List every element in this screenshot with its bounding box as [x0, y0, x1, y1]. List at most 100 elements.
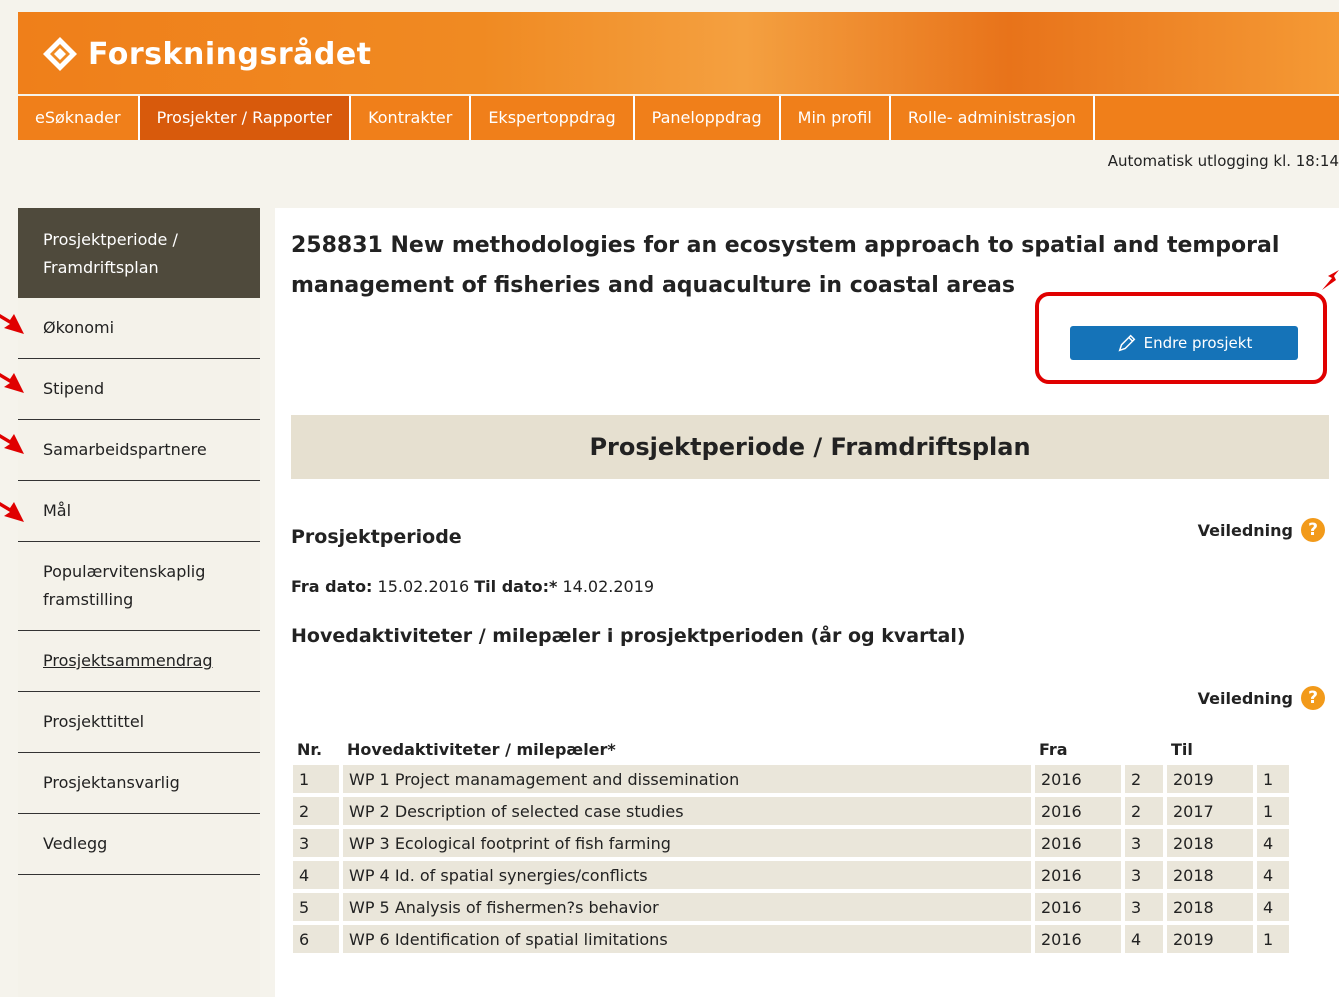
- cell-activity: WP 3 Ecological footprint of fish farmin…: [343, 829, 1031, 857]
- table-row: 6 WP 6 Identification of spatial limitat…: [293, 925, 1289, 953]
- cell-to-year: 2017: [1167, 797, 1253, 825]
- nav-prosjekter-rapporter[interactable]: Prosjekter / Rapporter: [139, 96, 352, 140]
- sidebar-item-label: Økonomi: [43, 318, 115, 337]
- brand-logo-icon: [43, 37, 77, 71]
- cell-from-year: 2016: [1035, 829, 1121, 857]
- cell-to-quarter: 4: [1257, 829, 1289, 857]
- red-arrow-icon: [0, 434, 24, 454]
- site-header: Forskningsrådet: [18, 12, 1339, 94]
- section-title: Prosjektperiode / Framdriftsplan: [291, 415, 1329, 479]
- cell-from-quarter: 2: [1125, 797, 1163, 825]
- sidebar-item-samarbeidspartnere[interactable]: Samarbeidspartnere: [18, 420, 260, 481]
- sidebar-item-label: Prosjektsammendrag: [43, 651, 213, 670]
- cell-from-quarter: 3: [1125, 829, 1163, 857]
- activities-heading: Hovedaktiviteter / milepæler i prosjektp…: [291, 625, 966, 647]
- table-row: 2 WP 2 Description of selected case stud…: [293, 797, 1289, 825]
- sidebar-item-mal[interactable]: Mål: [18, 481, 260, 542]
- cell-to-year: 2018: [1167, 829, 1253, 857]
- sidebar-item-label: Mål: [43, 501, 72, 520]
- cell-to-year: 2018: [1167, 893, 1253, 921]
- sidebar-item-prosjekttittel[interactable]: Prosjekttittel: [18, 692, 260, 753]
- cell-to-quarter: 4: [1257, 893, 1289, 921]
- sidebar-item-prosjektperiode[interactable]: Prosjektperiode / Framdriftsplan: [18, 208, 260, 298]
- cell-activity: WP 6 Identification of spatial limitatio…: [343, 925, 1031, 953]
- to-date-label: Til dato:*: [474, 577, 558, 596]
- table-row: 5 WP 5 Analysis of fishermen?s behavior …: [293, 893, 1289, 921]
- red-arrow-icon: [0, 314, 24, 334]
- pencil-icon: [1118, 334, 1136, 352]
- cell-to-quarter: 1: [1257, 797, 1289, 825]
- cell-from-quarter: 3: [1125, 861, 1163, 889]
- cell-nr: 1: [293, 765, 339, 793]
- cell-nr: 6: [293, 925, 339, 953]
- col-to-quarter: [1257, 737, 1289, 761]
- cell-to-quarter: 1: [1257, 765, 1289, 793]
- sidebar-item-prosjektansvarlig[interactable]: Prosjektansvarlig: [18, 753, 260, 814]
- from-date-value: 15.02.2016: [377, 577, 470, 596]
- cell-from-year: 2016: [1035, 861, 1121, 889]
- table-row: 3 WP 3 Ecological footprint of fish farm…: [293, 829, 1289, 857]
- sidebar-item-stipend[interactable]: Stipend: [18, 359, 260, 420]
- cell-activity: WP 4 Id. of spatial synergies/conflicts: [343, 861, 1031, 889]
- cell-nr: 5: [293, 893, 339, 921]
- cell-nr: 2: [293, 797, 339, 825]
- nav-esoknader[interactable]: eSøknader: [18, 96, 140, 140]
- sidebar-item-label: Prosjektansvarlig: [43, 773, 180, 792]
- cell-to-quarter: 4: [1257, 861, 1289, 889]
- sidebar-item-vedlegg[interactable]: Vedlegg: [18, 814, 260, 875]
- nav-kontrakter[interactable]: Kontrakter: [351, 96, 472, 140]
- cell-from-year: 2016: [1035, 893, 1121, 921]
- cell-to-year: 2019: [1167, 925, 1253, 953]
- nav-rolle-administrasjon[interactable]: Rolle- administrasjon: [891, 96, 1095, 140]
- col-to: Til: [1171, 739, 1193, 759]
- col-from: Fra: [1039, 739, 1068, 759]
- cell-from-quarter: 4: [1125, 925, 1163, 953]
- cell-nr: 4: [293, 861, 339, 889]
- sidebar-item-label: Vedlegg: [43, 834, 108, 853]
- guide-link-activities[interactable]: Veiledning ?: [1198, 686, 1325, 710]
- edit-project-label: Endre prosjekt: [1143, 334, 1253, 352]
- period-heading: Prosjektperiode: [291, 526, 462, 548]
- guide-label: Veiledning: [1197, 520, 1293, 540]
- sidebar-item-okonomi[interactable]: Økonomi: [18, 298, 260, 359]
- brand-name: Forskningsrådet: [88, 36, 372, 72]
- page: Forskningsrådet eSøknader Prosjekter / R…: [0, 0, 1339, 997]
- cell-to-year: 2018: [1167, 861, 1253, 889]
- cell-nr: 3: [293, 829, 339, 857]
- table-row: 1 WP 1 Project manamagement and dissemin…: [293, 765, 1289, 793]
- sidebar-item-label: Stipend: [43, 379, 105, 398]
- sidebar-item-popularvitenskaplig[interactable]: Populærvitenskaplig framstilling: [18, 542, 260, 631]
- table-row: 4 WP 4 Id. of spatial synergies/conflict…: [293, 861, 1289, 889]
- period-dates: Fra dato: 15.02.2016 Til dato:* 14.02.20…: [291, 577, 654, 596]
- red-arrow-icon: [1322, 270, 1339, 290]
- from-date-label: Fra dato:: [291, 577, 373, 596]
- sidebar: Prosjektperiode / Framdriftsplan Økonomi…: [18, 208, 260, 997]
- cell-from-quarter: 2: [1125, 765, 1163, 793]
- sidebar-item-label: Prosjekttittel: [43, 712, 145, 731]
- cell-activity: WP 1 Project manamagement and disseminat…: [343, 765, 1031, 793]
- sidebar-item-label: Populærvitenskaplig framstilling: [43, 562, 206, 609]
- sidebar-item-label: Samarbeidspartnere: [43, 440, 207, 459]
- col-from-quarter: [1125, 737, 1163, 761]
- red-arrow-icon: [0, 502, 24, 522]
- red-arrow-icon: [0, 373, 24, 393]
- col-nr: Nr.: [297, 739, 323, 759]
- nav-min-profil[interactable]: Min profil: [781, 96, 891, 140]
- activities-table: Nr. Hovedaktiviteter / milepæler* Fra Ti…: [289, 733, 1293, 957]
- sidebar-item-label: Prosjektperiode / Framdriftsplan: [43, 230, 178, 277]
- sidebar-item-prosjektsammendrag[interactable]: Prosjektsammendrag: [18, 631, 260, 692]
- cell-to-quarter: 1: [1257, 925, 1289, 953]
- nav-ekspertoppdrag[interactable]: Ekspertoppdrag: [471, 96, 635, 140]
- cell-to-year: 2019: [1167, 765, 1253, 793]
- guide-link-period[interactable]: Veiledning ?: [1198, 518, 1325, 542]
- help-icon: ?: [1301, 686, 1325, 710]
- auto-logout-text: Automatisk utlogging kl. 18:14: [1107, 152, 1339, 170]
- help-icon: ?: [1301, 518, 1325, 542]
- cell-from-quarter: 3: [1125, 893, 1163, 921]
- main-content: 258831 New methodologies for an ecosyste…: [275, 208, 1339, 997]
- nav-paneloppdrag[interactable]: Paneloppdrag: [635, 96, 781, 140]
- cell-activity: WP 2 Description of selected case studie…: [343, 797, 1031, 825]
- cell-from-year: 2016: [1035, 925, 1121, 953]
- edit-project-button[interactable]: Endre prosjekt: [1070, 326, 1298, 360]
- brand-logo[interactable]: Forskningsrådet: [40, 34, 372, 74]
